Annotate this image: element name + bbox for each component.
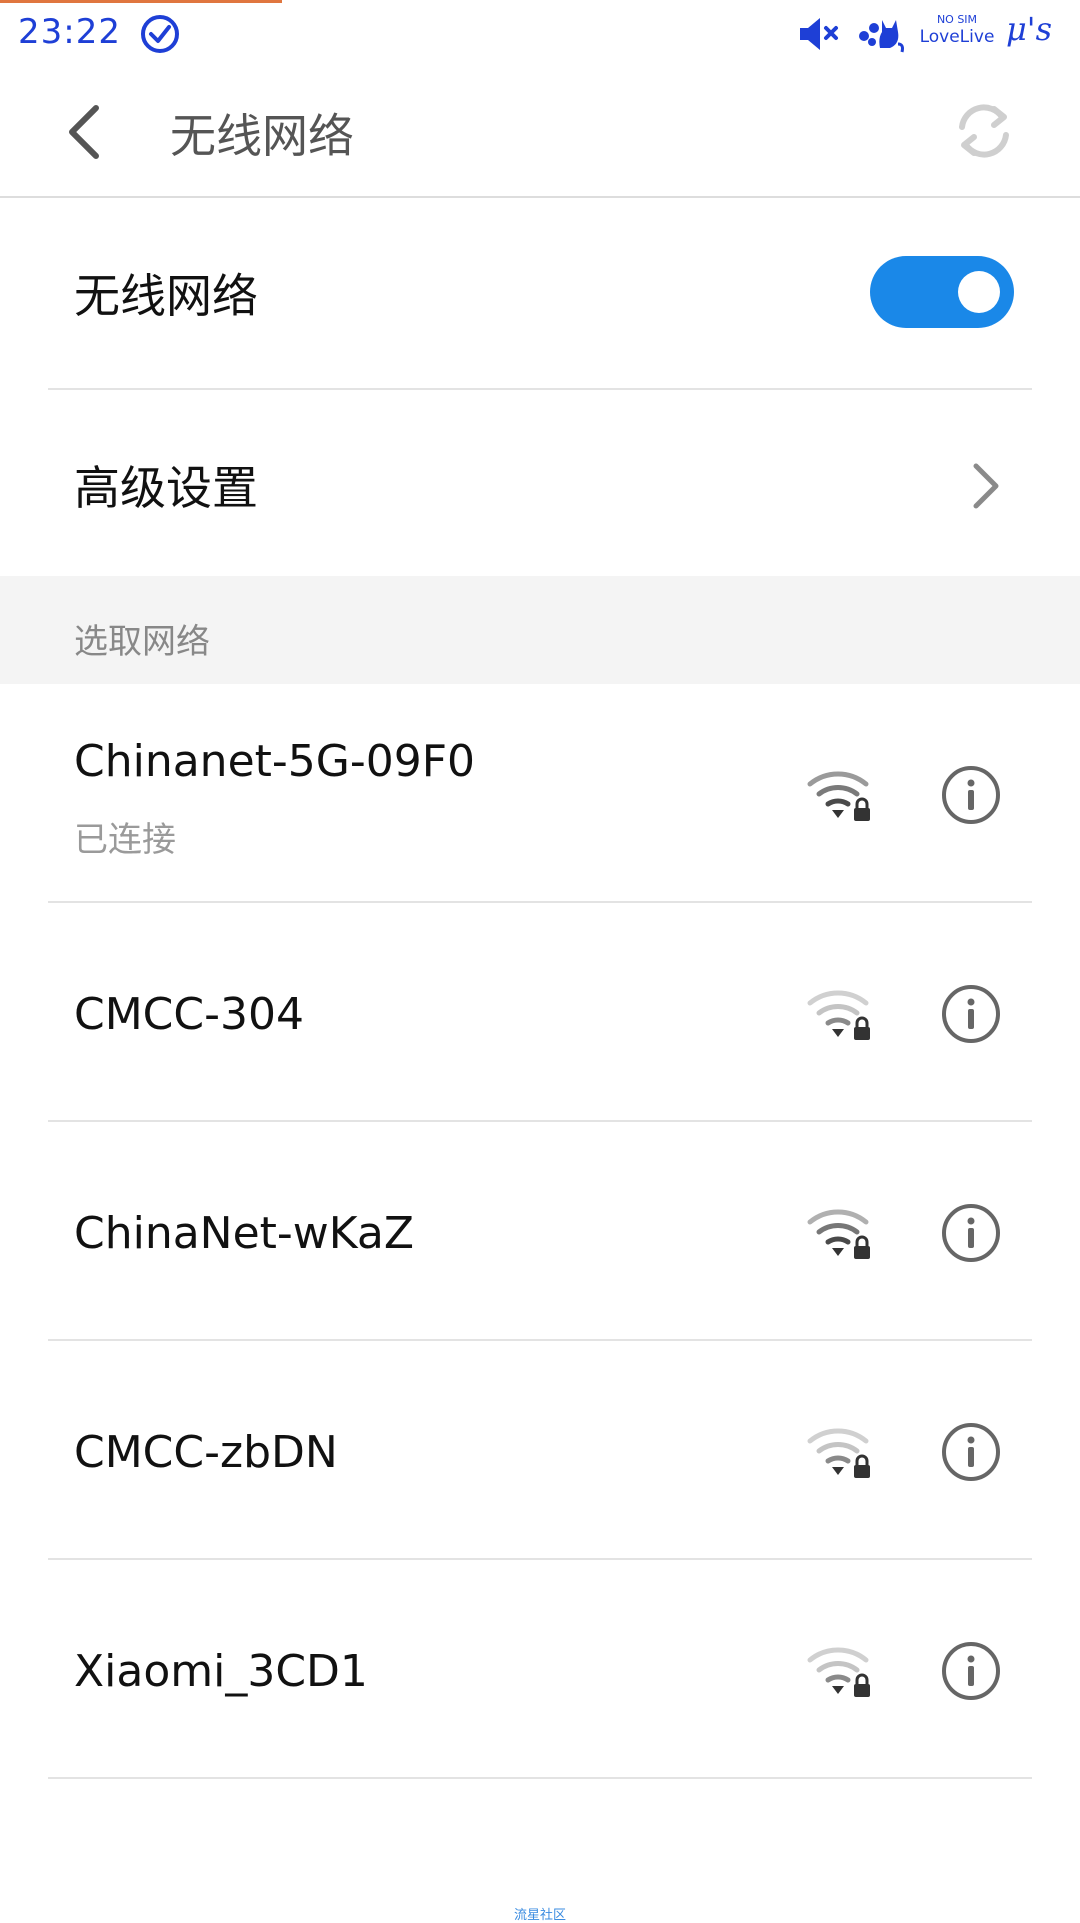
refresh-button[interactable] [950, 97, 1018, 165]
info-icon[interactable] [940, 983, 1002, 1045]
network-item[interactable]: Chinanet-5G-09F0 已连接 [0, 684, 1080, 903]
back-button[interactable] [58, 100, 114, 164]
wifi-toggle-row: 无线网络 [0, 198, 1080, 388]
wifi-lock-icon [807, 990, 870, 1040]
chevron-left-icon [69, 105, 99, 159]
network-name: Chinanet-5G-09F0 [74, 736, 476, 787]
toggle-knob [958, 271, 1000, 313]
section-title: 选取网络 [74, 622, 210, 662]
wifi-lock-icon [807, 771, 870, 821]
advanced-settings-row[interactable]: 高级设置 [0, 390, 1080, 576]
page-title: 无线网络 [170, 109, 354, 163]
section-header: 选取网络 [0, 576, 1080, 684]
sim-status-bottom: LoveLive [919, 27, 995, 47]
sim-status-top: NO SIM [936, 13, 978, 26]
watermark: 流星社区 [513, 1908, 566, 1923]
refresh-icon [959, 104, 1009, 158]
wifi-toggle-label: 无线网络 [74, 269, 258, 323]
chevron-right-icon [973, 463, 999, 509]
network-name: CMCC-304 [74, 989, 304, 1040]
volume-mute-icon [796, 14, 844, 54]
network-item[interactable]: CMCC-304 [0, 903, 1080, 1122]
info-icon[interactable] [940, 1640, 1002, 1702]
app-header: 无线网络 [0, 70, 1080, 198]
status-time: 23:22 [18, 12, 121, 52]
network-status: 已连接 [74, 820, 176, 860]
check-circle-icon [140, 14, 180, 54]
network-name: ChinaNet-wKaZ [74, 1208, 414, 1259]
wifi-toggle-switch[interactable] [870, 256, 1014, 328]
network-name: CMCC-zbDN [74, 1427, 338, 1478]
wifi-lock-icon [807, 1647, 870, 1697]
info-icon[interactable] [940, 1421, 1002, 1483]
wifi-lock-icon [807, 1428, 870, 1478]
wifi-lock-icon [807, 1209, 870, 1259]
network-item[interactable]: CMCC-zbDN [0, 1341, 1080, 1560]
status-bar: 23:22 NO SIM LoveLive μ's [0, 0, 1080, 70]
brand-logo: μ's [1006, 10, 1053, 48]
info-icon[interactable] [940, 764, 1002, 826]
network-item[interactable]: ChinaNet-wKaZ [0, 1122, 1080, 1341]
advanced-settings-label: 高级设置 [74, 461, 258, 515]
network-list: Chinanet-5G-09F0 已连接 CMCC-304 ChinaNet-w… [0, 684, 1080, 1779]
cat-sticker-icon [856, 14, 906, 54]
sim-status: NO SIM LoveLive [912, 14, 1002, 46]
info-icon[interactable] [940, 1202, 1002, 1264]
network-name: Xiaomi_3CD1 [74, 1646, 368, 1697]
network-item[interactable]: Xiaomi_3CD1 [0, 1560, 1080, 1779]
